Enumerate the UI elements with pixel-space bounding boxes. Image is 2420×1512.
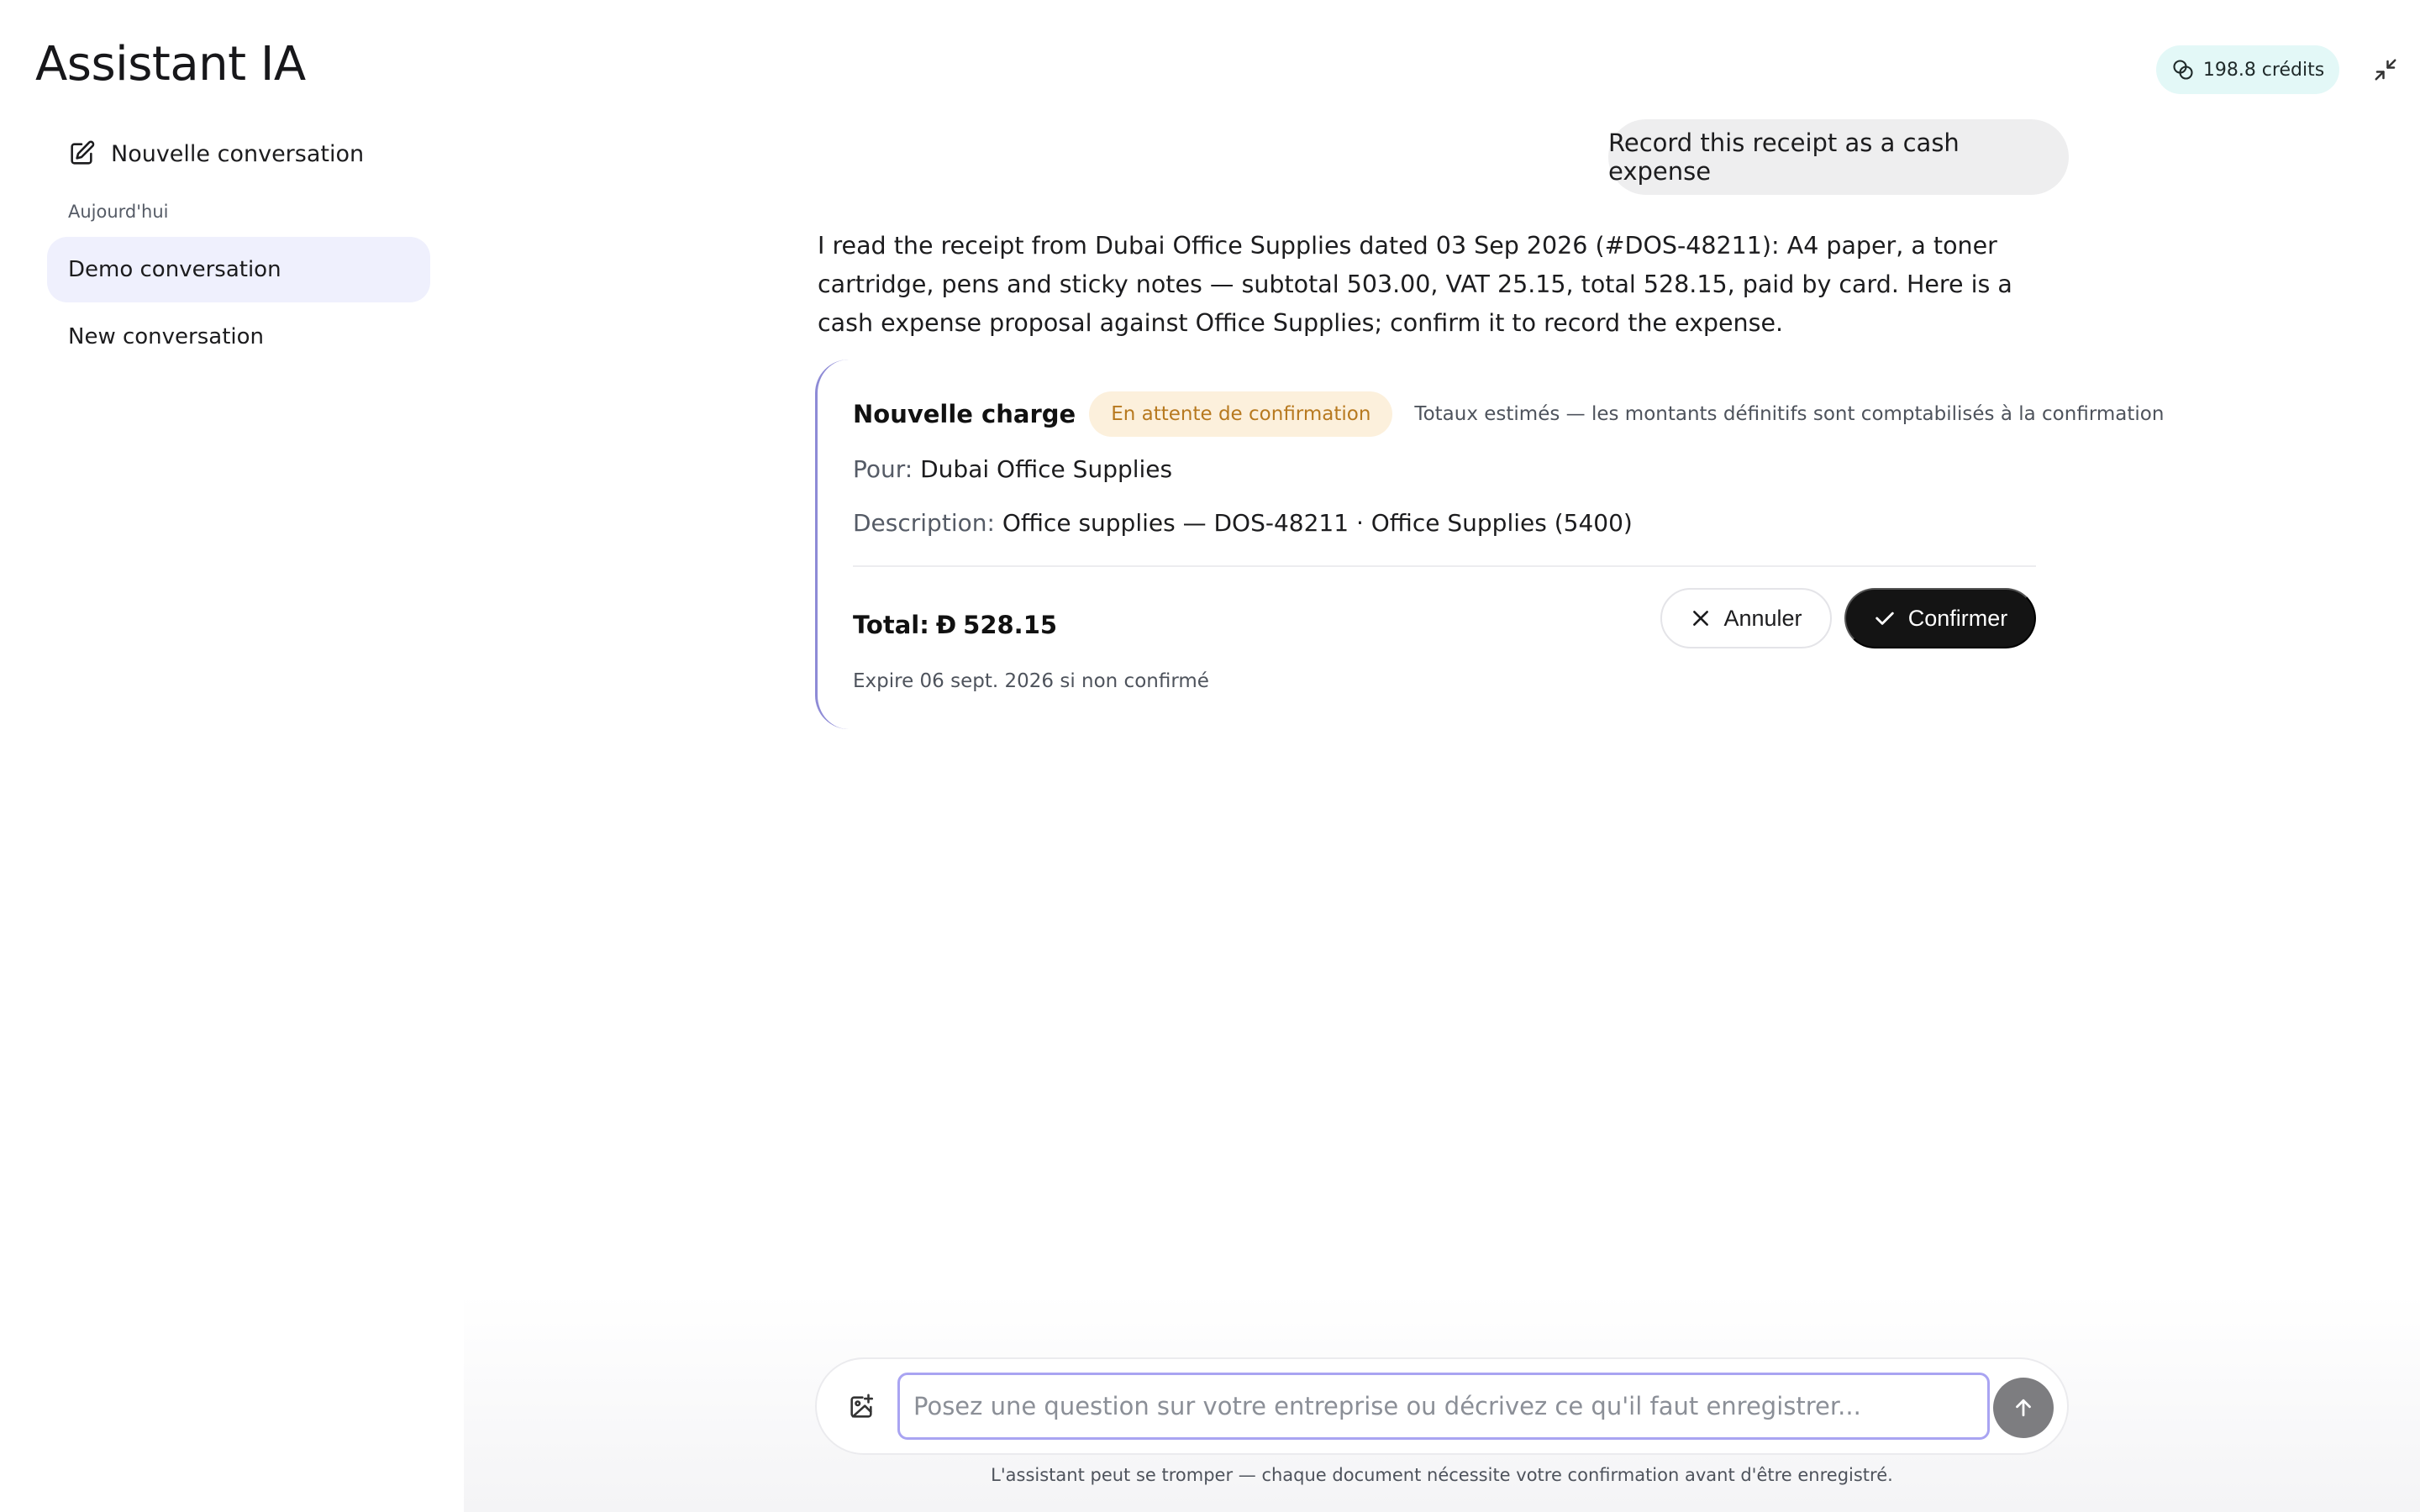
arrow-up-icon	[2011, 1395, 2036, 1420]
field-pour-value: Dubai Office Supplies	[920, 455, 1173, 483]
currency-symbol: Đ	[935, 611, 957, 639]
app-title: Assistant IA	[35, 37, 306, 92]
sidebar-item-new-conversation[interactable]: New conversation	[47, 304, 430, 370]
confirm-label: Confirmer	[1907, 605, 2008, 631]
collapse-icon	[2373, 57, 2398, 82]
edit-icon	[67, 139, 96, 168]
field-pour-label: Pour:	[853, 455, 913, 483]
total-value: 528.15	[963, 611, 1058, 639]
sidebar-item-label: New conversation	[68, 324, 265, 349]
new-conversation-button[interactable]: Nouvelle conversation	[67, 134, 364, 173]
field-description-value: Office supplies — DOS-48211 · Office Sup…	[1002, 509, 1633, 537]
cancel-button[interactable]: Annuler	[1660, 588, 1832, 648]
disclaimer: L'assistant peut se tromper — chaque doc…	[991, 1465, 1893, 1485]
card-divider	[853, 565, 2036, 567]
confirm-button[interactable]: Confirmer	[1844, 588, 2036, 648]
send-button[interactable]	[1993, 1378, 2054, 1438]
attach-image-button[interactable]	[847, 1393, 876, 1421]
check-icon	[1873, 606, 1897, 630]
coins-icon	[2171, 58, 2195, 81]
sidebar-item-label: Demo conversation	[68, 257, 281, 282]
section-label-today: Aujourd'hui	[68, 202, 169, 222]
expiry-note: Expire 06 sept. 2026 si non confirmé	[853, 670, 1209, 692]
assistant-message: I read the receipt from Dubai Office Sup…	[818, 232, 2012, 337]
expense-proposal-card: Nouvelle charge En attente de confirmati…	[815, 360, 2164, 729]
user-message-bubble: Record this receipt as a cash expense	[1608, 119, 2069, 195]
new-conversation-label: Nouvelle conversation	[111, 140, 365, 167]
field-description: Description: Office supplies — DOS-48211…	[853, 509, 1633, 537]
sidebar-item-demo-conversation[interactable]: Demo conversation	[47, 237, 430, 302]
cancel-label: Annuler	[1723, 605, 1802, 631]
credits-label: 198.8 crédits	[2202, 59, 2325, 81]
field-pour: Pour: Dubai Office Supplies	[853, 455, 1172, 483]
credits-badge[interactable]: 198.8 crédits	[2156, 45, 2339, 94]
total-amount: Total: Đ 528.15	[853, 595, 1057, 655]
close-icon	[1690, 607, 1712, 629]
estimate-note: Totaux estimés — les montants définitifs…	[1414, 403, 2165, 425]
collapse-button[interactable]	[2368, 52, 2403, 87]
status-badge: En attente de confirmation	[1089, 391, 1393, 437]
card-title: Nouvelle charge	[853, 400, 1076, 428]
question-input[interactable]	[897, 1373, 1990, 1440]
composer	[815, 1357, 2069, 1455]
user-message-text: Record this receipt as a cash expense	[1608, 129, 1960, 186]
total-label: Total:	[853, 611, 929, 639]
field-description-label: Description:	[853, 509, 995, 537]
image-plus-icon	[847, 1393, 876, 1421]
card-header: Nouvelle charge En attente de confirmati…	[853, 391, 2164, 437]
